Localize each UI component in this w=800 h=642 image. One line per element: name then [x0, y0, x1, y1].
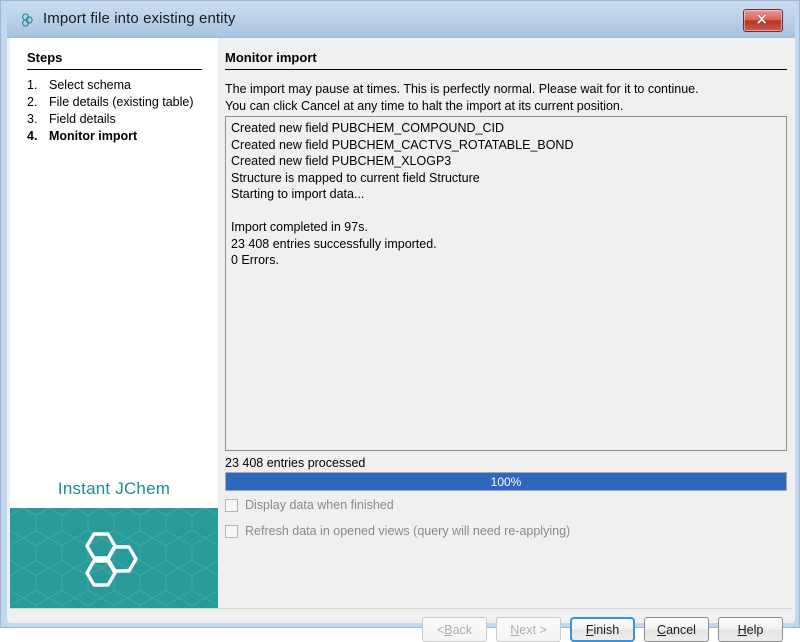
help-mnemonic: H — [738, 623, 747, 637]
step-number: 4. — [27, 128, 49, 144]
finish-mnemonic: F — [586, 623, 594, 637]
instant-jchem-logo — [78, 530, 150, 590]
next-mnemonic: N — [510, 623, 519, 637]
entries-processed-label: 23 408 entries processed — [225, 456, 365, 470]
steps-divider — [27, 69, 202, 70]
import-log-text: Created new field PUBCHEM_COMPOUND_CID C… — [231, 120, 781, 269]
step-item-3: 3. Field details — [27, 111, 207, 127]
progress-percent-label: 100% — [226, 473, 786, 492]
checkbox-refresh-views-label: Refresh data in opened views (query will… — [245, 524, 570, 538]
back-label-post: ack — [453, 623, 472, 637]
step-label: File details (existing table) — [49, 94, 207, 110]
step-label: Field details — [49, 111, 207, 127]
brand-name: Instant JChem — [10, 479, 218, 499]
step-label: Monitor import — [49, 128, 207, 144]
page-title: Monitor import — [225, 50, 317, 65]
finish-button[interactable]: Finish — [570, 617, 635, 642]
steps-list: 1. Select schema 2. File details (existi… — [27, 77, 207, 145]
footer-buttons: < Back Next > Finish Cancel Help — [422, 617, 783, 642]
checkbox-display-data[interactable] — [225, 499, 238, 512]
next-button[interactable]: Next > — [496, 617, 561, 642]
import-progress-bar: 100% — [225, 472, 787, 491]
back-mnemonic: B — [444, 623, 452, 637]
title-bar[interactable]: Import file into existing entity — [7, 1, 795, 38]
step-item-4: 4. Monitor import — [27, 128, 207, 144]
step-item-2: 2. File details (existing table) — [27, 94, 207, 110]
help-label-post: elp — [747, 623, 764, 637]
step-number: 1. — [27, 77, 49, 93]
title-divider — [225, 69, 787, 70]
steps-heading: Steps — [27, 50, 62, 65]
back-button[interactable]: < Back — [422, 617, 487, 642]
step-number: 3. — [27, 111, 49, 127]
footer-divider — [10, 608, 792, 609]
checkbox-refresh-views-row[interactable]: Refresh data in opened views (query will… — [225, 524, 570, 538]
cancel-label-post: ancel — [666, 623, 696, 637]
dialog-content: Steps 1. Select schema 2. File details (… — [7, 38, 795, 623]
main-pane: Monitor import The import may pause at t… — [218, 38, 792, 623]
cancel-mnemonic: C — [657, 623, 666, 637]
checkbox-display-data-label: Display data when finished — [245, 498, 394, 512]
finish-label-post: inish — [593, 623, 619, 637]
window-title: Import file into existing entity — [43, 10, 235, 27]
back-label-pre: < — [437, 623, 444, 637]
help-button[interactable]: Help — [718, 617, 783, 642]
dialog-window: Import file into existing entity Steps 1… — [0, 0, 800, 628]
step-item-1: 1. Select schema — [27, 77, 207, 93]
page-description: The import may pause at times. This is p… — [225, 81, 791, 115]
next-label-post: ext > — [519, 623, 546, 637]
step-number: 2. — [27, 94, 49, 110]
checkbox-refresh-views[interactable] — [225, 525, 238, 538]
checkbox-display-data-row[interactable]: Display data when finished — [225, 498, 394, 512]
hexagon-molecule-icon — [19, 12, 35, 28]
import-log-area[interactable]: Created new field PUBCHEM_COMPOUND_CID C… — [225, 116, 787, 451]
close-icon — [755, 13, 771, 28]
brand-banner — [10, 508, 218, 608]
close-button[interactable] — [743, 9, 783, 32]
step-label: Select schema — [49, 77, 207, 93]
dialog-inner: Import file into existing entity Steps 1… — [7, 1, 795, 623]
cancel-button[interactable]: Cancel — [644, 617, 709, 642]
steps-panel: Steps 1. Select schema 2. File details (… — [10, 38, 218, 608]
